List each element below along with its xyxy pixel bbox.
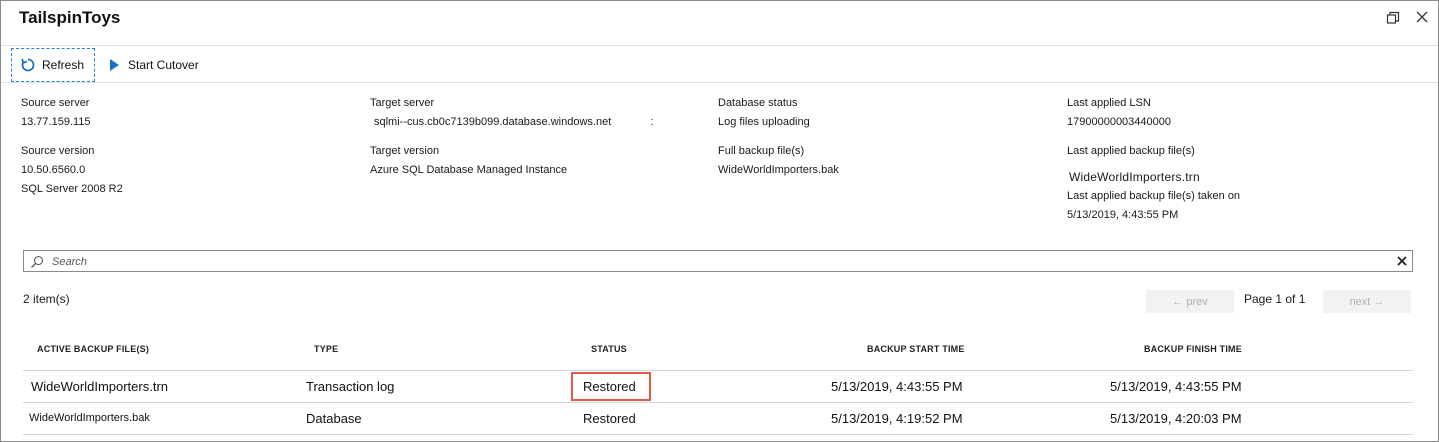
last-lsn-value: 17900000003440000 [1067,116,1172,128]
finish-time-cell: 5/13/2019, 4:20:03 PM [1110,411,1242,426]
command-bar: Refresh Start Cutover [1,45,1438,83]
table-row[interactable]: WideWorldImporters.trn Transaction log R… [23,371,1413,403]
item-count: 2 item(s) [23,292,70,306]
column-header-finish-time[interactable]: BACKUP FINISH TIME [1144,344,1242,354]
blade-panel: TailspinToys Refresh Start Cutover Sourc… [0,0,1439,442]
target-server-host: sqlmi--cus.cb0c7139b099.database.windows… [374,116,612,128]
database-status-label: Database status [718,97,798,109]
target-info: Target server sqlmi--cus.cb0c7139b099.da… [370,97,653,183]
column-header-start-time[interactable]: BACKUP START TIME [867,344,965,354]
start-time-cell: 5/13/2019, 4:19:52 PM [831,411,963,426]
start-time-cell: 5/13/2019, 4:43:55 PM [831,379,963,394]
source-version-product: SQL Server 2008 R2 [21,183,123,195]
database-info: Database status Log files uploading Full… [718,97,839,183]
last-lsn-label: Last applied LSN [1067,97,1151,109]
type-cell: Transaction log [306,379,395,394]
search-box [23,250,1413,272]
table-header: ACTIVE BACKUP FILE(S) TYPE STATUS BACKUP… [23,336,1413,371]
refresh-label: Refresh [42,58,85,72]
close-icon[interactable] [1396,255,1408,267]
next-page-button[interactable]: next → [1323,290,1411,313]
target-server-label: Target server [370,97,435,109]
lsn-info: Last applied LSN 17900000003440000 Last … [1067,97,1240,228]
close-window-icon[interactable] [1415,10,1429,24]
column-header-status[interactable]: STATUS [591,344,627,354]
database-status-value: Log files uploading [718,116,810,128]
file-cell: WideWorldImporters.trn [31,379,169,394]
start-cutover-button[interactable]: Start Cutover [107,48,199,82]
target-server-suffix: : [650,116,654,128]
column-header-file[interactable]: ACTIVE BACKUP FILE(S) [37,344,149,354]
type-cell: Database [306,411,362,426]
page-indicator: Page 1 of 1 [1244,292,1306,306]
last-backup-label: Last applied backup file(s) [1067,145,1195,157]
column-header-type[interactable]: TYPE [314,344,338,354]
source-version-value: 10.50.6560.0 [21,164,86,176]
source-server-label: Source server [21,97,90,109]
prev-page-button[interactable]: ← prev [1146,290,1234,313]
finish-time-cell: 5/13/2019, 4:43:55 PM [1110,379,1242,394]
source-info: Source server 13.77.159.115 Source versi… [21,97,123,202]
target-version-label: Target version [370,145,440,157]
target-server-value: sqlmi--cus.cb0c7139b099.database.windows… [370,116,653,135]
target-version-value: Azure SQL Database Managed Instance [370,164,568,176]
full-backup-value: WideWorldImporters.bak [718,164,839,176]
source-server-value: 13.77.159.115 [21,116,91,128]
refresh-button[interactable]: Refresh [11,48,95,82]
restore-window-icon[interactable] [1386,11,1400,25]
table-row[interactable]: WideWorldImporters.bak Database Restored… [23,403,1413,435]
full-backup-label: Full backup file(s) [718,145,805,157]
search-input[interactable] [52,253,1382,270]
title-bar: TailspinToys [1,1,1438,41]
refresh-icon [21,58,35,72]
last-backup-taken-label: Last applied backup file(s) taken on [1067,190,1241,202]
status-cell: Restored [583,411,636,426]
search-icon [31,255,44,268]
file-cell: WideWorldImporters.bak [29,412,150,424]
last-backup-value: WideWorldImporters.trn [1069,170,1200,184]
source-version-label: Source version [21,145,95,157]
status-cell: Restored [583,379,636,394]
page-title: TailspinToys [19,8,121,27]
play-icon [110,59,119,71]
last-backup-taken-value: 5/13/2019, 4:43:55 PM [1067,209,1179,221]
start-cutover-label: Start Cutover [128,58,199,72]
